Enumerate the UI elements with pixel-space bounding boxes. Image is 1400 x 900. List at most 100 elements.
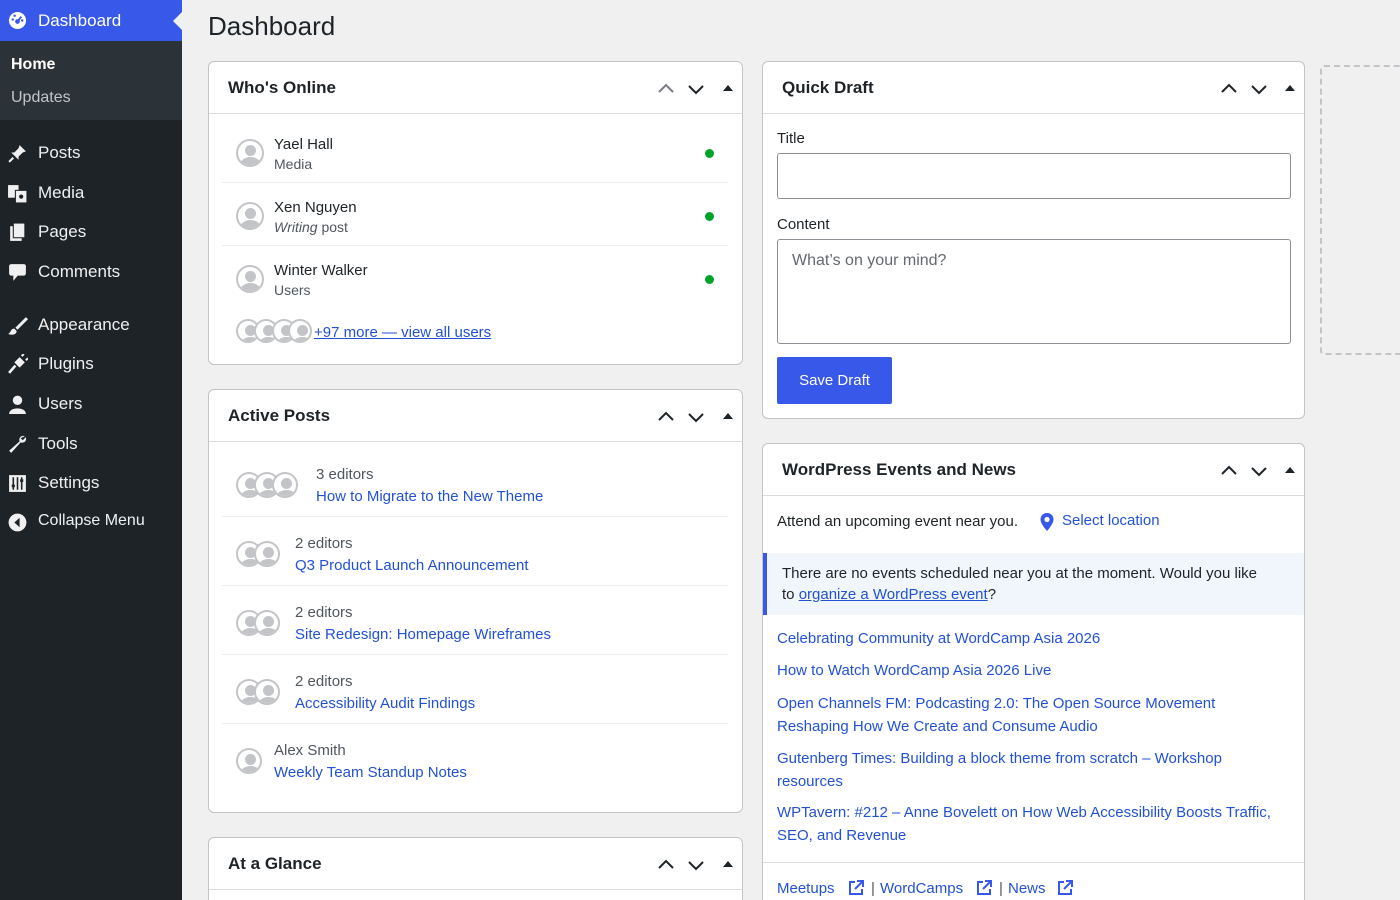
avatar xyxy=(254,541,280,567)
notice-to: to xyxy=(782,586,799,603)
avatar-stack xyxy=(236,319,316,347)
user-role: Media xyxy=(274,156,313,172)
sidebar-item-label: Users xyxy=(38,394,83,413)
online-status-dot xyxy=(705,275,714,284)
chevron-up-icon[interactable] xyxy=(657,856,675,874)
media-icon xyxy=(8,185,28,204)
comment-icon xyxy=(9,264,26,281)
notice-text: There are no events scheduled near you a… xyxy=(782,565,1257,582)
admin-sidebar: Dashboard Home Updates Posts Media Pages xyxy=(0,0,182,900)
sidebar-item-pages[interactable]: Pages xyxy=(0,217,182,247)
collapse-toggle-icon[interactable] xyxy=(1281,80,1299,98)
sidebar-item-dashboard[interactable]: Dashboard xyxy=(0,0,182,41)
sidebar-item-label: Comments xyxy=(38,262,121,281)
user-role: Users xyxy=(274,282,311,298)
avatar xyxy=(236,748,262,774)
separator: | xyxy=(871,880,875,897)
select-location-button[interactable]: Select location xyxy=(1062,512,1160,529)
news-footer-link[interactable]: News xyxy=(1008,880,1046,897)
pages-icon xyxy=(10,222,26,241)
post-editors: 2 editors xyxy=(295,604,353,621)
active-post-row: Alex Smith Weekly Team Standup Notes xyxy=(222,724,728,793)
online-status-dot xyxy=(705,149,714,158)
widget-title: Active Posts xyxy=(228,406,331,425)
user-name: Yael Hall xyxy=(274,136,333,153)
pin-icon xyxy=(8,145,26,163)
user-activity: Writing post xyxy=(274,219,348,235)
at-a-glance-widget: At a Glance xyxy=(208,837,743,900)
chevron-down-icon[interactable] xyxy=(687,856,705,874)
chevron-down-icon[interactable] xyxy=(1250,80,1268,98)
widget-header: At a Glance xyxy=(209,838,742,890)
widget-title: Who's Online xyxy=(228,78,336,97)
meetups-link[interactable]: Meetups xyxy=(777,880,835,897)
sidebar-item-settings[interactable]: Settings xyxy=(0,468,182,498)
chevron-up-icon[interactable] xyxy=(657,80,675,98)
online-user-row: Yael Hall Media xyxy=(222,121,728,183)
submenu-item-updates[interactable]: Updates xyxy=(11,89,71,107)
content-label: Content xyxy=(777,216,830,233)
sidebar-item-plugins[interactable]: Plugins xyxy=(0,349,182,379)
post-title-link[interactable]: How to Migrate to the New Theme xyxy=(316,488,543,505)
post-editors: 2 editors xyxy=(295,673,353,690)
chevron-down-icon[interactable] xyxy=(1250,462,1268,480)
avatar xyxy=(236,202,264,230)
save-draft-button[interactable]: Save Draft xyxy=(777,357,892,404)
sidebar-item-label: Collapse Menu xyxy=(38,512,145,529)
sidebar-item-comments[interactable]: Comments xyxy=(0,257,182,287)
chevron-up-icon[interactable] xyxy=(1220,80,1238,98)
sidebar-item-posts[interactable]: Posts xyxy=(0,138,182,168)
collapse-toggle-icon[interactable] xyxy=(719,856,737,874)
external-link-icon xyxy=(1058,880,1073,895)
events-news-widget: WordPress Events and News Attend an upco… xyxy=(762,443,1305,900)
title-label: Title xyxy=(777,130,805,147)
post-title-link[interactable]: Accessibility Audit Findings xyxy=(295,695,475,712)
collapse-menu-button[interactable]: Collapse Menu xyxy=(0,507,182,537)
active-post-row: 2 editors Accessibility Audit Findings xyxy=(222,655,728,724)
wordcamps-link[interactable]: WordCamps xyxy=(880,880,963,897)
sidebar-item-label: Plugins xyxy=(38,354,94,373)
sidebar-item-label: Dashboard xyxy=(38,11,122,30)
submenu-item-home[interactable]: Home xyxy=(11,56,55,74)
avatar xyxy=(288,319,312,343)
news-link[interactable]: Gutenberg Times: Building a block theme … xyxy=(777,747,1277,793)
organize-event-link[interactable]: organize a WordPress event xyxy=(799,586,988,603)
post-title-link[interactable]: Q3 Product Launch Announcement xyxy=(295,557,529,574)
post-title-link[interactable]: Weekly Team Standup Notes xyxy=(274,764,467,781)
chevron-down-icon[interactable] xyxy=(687,80,705,98)
sidebar-item-media[interactable]: Media xyxy=(0,178,182,208)
collapse-toggle-icon[interactable] xyxy=(719,408,737,426)
post-title-link[interactable]: Site Redesign: Homepage Wireframes xyxy=(295,626,551,643)
notice-text-line2: to organize a WordPress event? xyxy=(782,586,996,603)
active-post-row: 3 editors How to Migrate to the New Them… xyxy=(222,448,728,517)
collapse-icon xyxy=(8,513,27,532)
draft-content-textarea[interactable] xyxy=(777,239,1291,344)
post-editors: 3 editors xyxy=(316,466,374,483)
separator: | xyxy=(999,880,1003,897)
sidebar-item-users[interactable]: Users xyxy=(0,389,182,419)
sidebar-item-tools[interactable]: Tools xyxy=(0,429,182,459)
news-link[interactable]: WPTavern: #212 – Anne Bovelett on How We… xyxy=(777,801,1277,847)
chevron-up-icon[interactable] xyxy=(657,408,675,426)
collapse-toggle-icon[interactable] xyxy=(1281,462,1299,480)
view-all-users-link[interactable]: +97 more — view all users xyxy=(314,324,491,341)
news-link[interactable]: Celebrating Community at WordCamp Asia 2… xyxy=(777,627,1277,650)
active-post-row: 2 editors Q3 Product Launch Announcement xyxy=(222,517,728,586)
avatar xyxy=(236,139,264,167)
collapse-toggle-icon[interactable] xyxy=(719,80,737,98)
empty-widget-drop-zone[interactable] xyxy=(1320,65,1400,355)
sidebar-item-appearance[interactable]: Appearance xyxy=(0,310,182,340)
sidebar-item-label: Tools xyxy=(38,434,78,453)
news-link[interactable]: How to Watch WordCamp Asia 2026 Live xyxy=(777,659,1277,682)
sidebar-item-label: Appearance xyxy=(38,315,130,334)
user-name: Winter Walker xyxy=(274,262,368,279)
news-link[interactable]: Open Channels FM: Podcasting 2.0: The Op… xyxy=(777,692,1277,738)
widget-title: At a Glance xyxy=(228,854,322,873)
chevron-up-icon[interactable] xyxy=(1220,462,1238,480)
avatar xyxy=(254,679,280,705)
post-editors: 2 editors xyxy=(295,535,353,552)
draft-title-input[interactable] xyxy=(777,153,1291,199)
chevron-down-icon[interactable] xyxy=(687,408,705,426)
activity-object: post xyxy=(317,219,348,235)
active-posts-widget: Active Posts 3 editors How to Migrate to… xyxy=(208,389,743,813)
